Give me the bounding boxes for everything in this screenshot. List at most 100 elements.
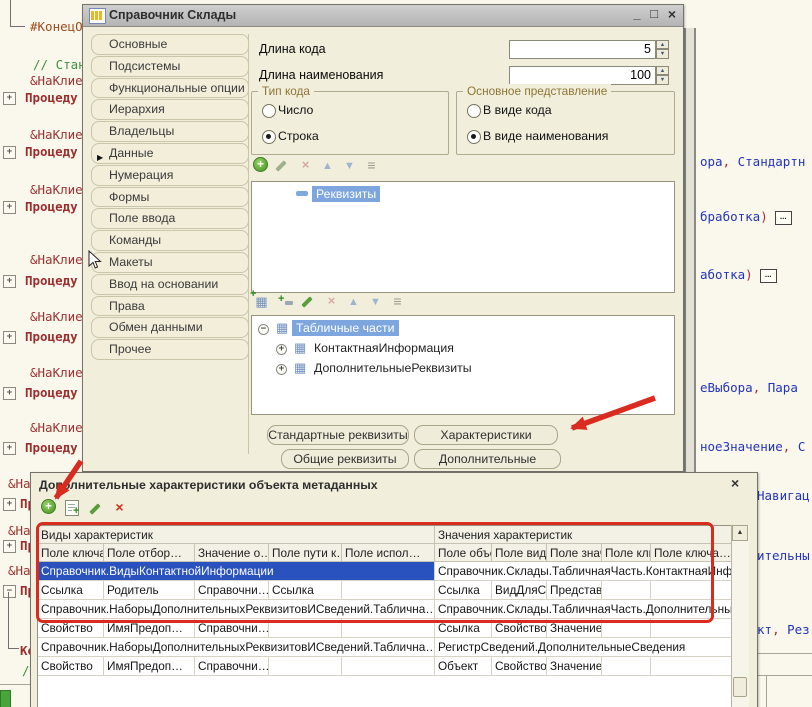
table-cell[interactable] [342, 581, 435, 600]
delete-icon[interactable]: × [323, 293, 340, 309]
collapsed-code-icon[interactable]: ... [760, 269, 777, 283]
fold-plus-icon[interactable]: + [3, 387, 16, 400]
sidebar-tab-Поле ввода[interactable]: Поле ввода [91, 208, 249, 229]
sidebar-tab-Обмен данными[interactable]: Обмен данными [91, 317, 249, 338]
table-cell[interactable]: Свойство [38, 619, 104, 638]
table-scrollbar[interactable]: ▲ [731, 525, 749, 707]
collapse-minus-icon[interactable] [296, 191, 308, 196]
column-header[interactable]: Поле ключа… [602, 544, 651, 562]
fold-plus-icon[interactable]: + [3, 540, 16, 553]
standard-attributes-button[interactable]: Стандартные реквизиты [267, 425, 409, 445]
table-cell[interactable] [602, 657, 651, 676]
fold-plus-icon[interactable]: + [3, 92, 16, 105]
fold-plus-icon[interactable]: + [3, 146, 16, 159]
table-cell[interactable]: Справочни… [195, 657, 269, 676]
column-header[interactable]: Поле ключа [38, 544, 104, 562]
expand-icon[interactable]: + [276, 364, 287, 375]
move-down-icon[interactable]: ▼ [367, 294, 384, 310]
table-group-row-left[interactable]: Справочник.НаборыДополнительныхРеквизито… [38, 638, 435, 657]
table-cell[interactable] [651, 581, 732, 600]
radio-as-name[interactable] [467, 130, 481, 144]
tree-node-tabular-sections[interactable]: Табличные части [292, 320, 399, 336]
delete-icon[interactable]: × [111, 499, 128, 515]
minimize-button[interactable]: _ [629, 6, 645, 21]
table-group-row-left[interactable]: Справочник.НаборыДополнительныхРеквизито… [38, 600, 435, 619]
sidebar-tab-Ввод на основании[interactable]: Ввод на основании [91, 274, 249, 295]
maximize-button[interactable]: □ [646, 6, 662, 21]
spinner-down-icon[interactable]: ▼ [656, 49, 669, 59]
attributes-tree[interactable]: Реквизиты [251, 181, 675, 293]
table-group-row-right[interactable]: РегистрСведений.ДополнительныеСведения [435, 638, 732, 657]
tree-node-contact-info[interactable]: КонтактнаяИнформация [310, 340, 458, 356]
radio-as-code-label[interactable]: В виде кода [483, 103, 552, 117]
column-header[interactable]: Поле испол… [342, 544, 435, 562]
table-cell[interactable]: Ссылка [435, 619, 492, 638]
name-length-spinner[interactable]: ▲ ▼ [656, 66, 669, 85]
name-length-field[interactable]: 100 [509, 66, 656, 85]
sort-list-icon[interactable]: ≡ [363, 157, 380, 173]
table-cell[interactable]: Родитель [104, 581, 195, 600]
radio-as-name-label[interactable]: В виде наименования [483, 129, 608, 143]
column-header[interactable]: Поле пути к… [269, 544, 342, 562]
table-cell[interactable] [342, 657, 435, 676]
spinner-down-icon[interactable]: ▼ [656, 75, 669, 85]
table-cell[interactable]: Значение [547, 619, 602, 638]
sidebar-tab-Формы[interactable]: Формы [91, 187, 249, 208]
add-icon[interactable]: + [41, 499, 58, 515]
sidebar-tab-Основные[interactable]: Основные [91, 34, 249, 55]
sort-list-icon[interactable]: ≡ [389, 293, 406, 309]
sidebar-tab-Прочее[interactable]: Прочее [91, 339, 249, 360]
table-cell[interactable]: Ссылка [435, 581, 492, 600]
table-cell[interactable] [602, 581, 651, 600]
column-header[interactable]: Поле объек… [435, 544, 492, 562]
fold-plus-icon[interactable]: + [3, 442, 16, 455]
fold-plus-icon[interactable]: + [3, 275, 16, 288]
table-cell[interactable]: Свойство [492, 619, 547, 638]
common-attributes-button[interactable]: Общие реквизиты [281, 449, 409, 469]
radio-as-code[interactable] [467, 104, 481, 118]
add-copy-icon[interactable]: + [65, 500, 82, 516]
column-header[interactable]: Поле отбор… [104, 544, 195, 562]
sidebar-tab-Нумерация[interactable]: Нумерация [91, 165, 249, 186]
close-button[interactable]: × [664, 6, 680, 22]
sidebar-tab-Функциональные опции[interactable]: Функциональные опции [91, 78, 249, 99]
move-up-icon[interactable]: ▲ [319, 158, 336, 174]
add-icon[interactable]: + [253, 157, 270, 173]
add-tabular-attribute-icon[interactable]: + [277, 293, 294, 309]
sidebar-tab-Подсистемы[interactable]: Подсистемы [91, 56, 249, 77]
delete-icon[interactable]: × [297, 157, 314, 173]
tree-node-attributes[interactable]: Реквизиты [312, 186, 380, 202]
fold-plus-icon[interactable]: + [3, 201, 16, 214]
move-down-icon[interactable]: ▼ [341, 158, 358, 174]
table-cell[interactable]: Ссылка [269, 581, 342, 600]
fold-plus-icon[interactable]: + [3, 331, 16, 344]
table-cell[interactable] [342, 619, 435, 638]
table-cell[interactable]: Справочни… [195, 619, 269, 638]
column-header[interactable]: Значение о… [195, 544, 269, 562]
code-length-field[interactable]: 5 [509, 40, 656, 59]
table-cell[interactable] [651, 657, 732, 676]
group-header-kinds[interactable]: Виды характеристик [38, 526, 435, 544]
table-cell[interactable] [269, 619, 342, 638]
spinner-up-icon[interactable]: ▲ [656, 40, 669, 49]
collapse-icon[interactable]: − [258, 324, 269, 335]
table-cell[interactable] [269, 657, 342, 676]
sidebar-tab-Макеты[interactable]: Макеты [91, 252, 249, 273]
table-cell[interactable]: ИмяПредоп… [104, 619, 195, 638]
table-group-row-right[interactable]: Справочник.Склады.ТабличнаяЧасть.Дополни… [435, 600, 732, 619]
add-tabular-section-icon[interactable]: ▦ + [253, 293, 270, 309]
table-cell[interactable]: Свойство [38, 657, 104, 676]
table-group-row-left[interactable]: Справочник.ВидыКонтактнойИнформации [38, 562, 435, 581]
sidebar-tab-Команды[interactable]: Команды [91, 230, 249, 251]
radio-string-label[interactable]: Строка [278, 129, 319, 143]
sidebar-tab-Иерархия[interactable]: Иерархия [91, 99, 249, 120]
table-cell[interactable] [602, 619, 651, 638]
scrollbar-thumb[interactable] [733, 677, 747, 697]
edit-pencil-icon[interactable] [275, 159, 292, 175]
collapsed-code-icon[interactable]: ... [775, 211, 792, 225]
tabular-sections-tree[interactable]: − ▦ Табличные части + ▦ КонтактнаяИнформ… [251, 315, 675, 415]
column-header[interactable]: Поле вида [492, 544, 547, 562]
characteristics-button[interactable]: Характеристики [414, 425, 558, 445]
table-group-row-right[interactable]: Справочник.Склады.ТабличнаяЧасть.Контакт… [435, 562, 732, 581]
table-cell[interactable]: Свойство [492, 657, 547, 676]
